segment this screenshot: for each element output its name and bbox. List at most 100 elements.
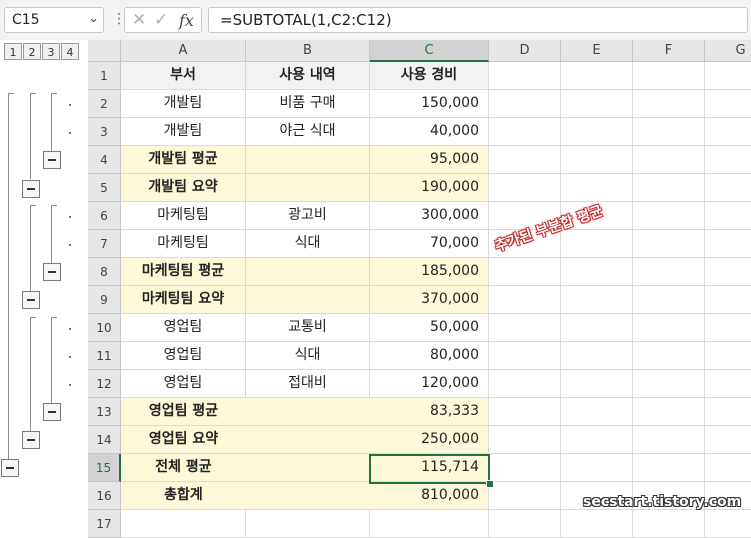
- empty-cell[interactable]: [705, 146, 751, 174]
- select-all-corner[interactable]: [88, 40, 121, 62]
- cell-a9[interactable]: 마케팅팀 요약: [121, 286, 246, 314]
- cell-b11[interactable]: 식대: [246, 342, 370, 370]
- collapse-button[interactable]: [43, 263, 61, 281]
- cell-a6[interactable]: 마케팅팀: [121, 202, 246, 230]
- outline-level-1-button[interactable]: 1: [4, 43, 22, 60]
- empty-cell[interactable]: [633, 398, 705, 426]
- empty-cell[interactable]: [561, 454, 633, 482]
- empty-cell[interactable]: [561, 398, 633, 426]
- outline-level-4-button[interactable]: 4: [61, 43, 79, 60]
- column-header-d[interactable]: D: [489, 40, 561, 62]
- cell-a16[interactable]: 총합계: [121, 482, 246, 510]
- row-header[interactable]: 9: [88, 286, 121, 314]
- cell-a2[interactable]: 개발팀: [121, 90, 246, 118]
- collapse-button[interactable]: [43, 403, 61, 421]
- empty-cell[interactable]: [633, 118, 705, 146]
- collapse-button[interactable]: [22, 291, 40, 309]
- name-box[interactable]: C15 ⌄: [4, 7, 104, 33]
- empty-cell[interactable]: [561, 230, 633, 258]
- empty-cell[interactable]: [633, 258, 705, 286]
- empty-cell[interactable]: [705, 510, 751, 538]
- cell-c10[interactable]: 50,000: [370, 314, 489, 342]
- cell-a4[interactable]: 개발팀 평균: [121, 146, 246, 174]
- cell-c6[interactable]: 300,000: [370, 202, 489, 230]
- cell-c11[interactable]: 80,000: [370, 342, 489, 370]
- cell-c9[interactable]: 370,000: [370, 286, 489, 314]
- cell-a10[interactable]: 영업팀: [121, 314, 246, 342]
- cell-b13[interactable]: [246, 398, 370, 426]
- empty-cell[interactable]: [705, 286, 751, 314]
- empty-cell[interactable]: [633, 202, 705, 230]
- empty-cell[interactable]: [633, 90, 705, 118]
- cell-c2[interactable]: 150,000: [370, 90, 489, 118]
- cell-a14[interactable]: 영업팀 요약: [121, 426, 246, 454]
- cell-a11[interactable]: 영업팀: [121, 342, 246, 370]
- empty-cell[interactable]: [561, 426, 633, 454]
- row-header[interactable]: 3: [88, 118, 121, 146]
- empty-cell[interactable]: [705, 454, 751, 482]
- cell-c8[interactable]: 185,000: [370, 258, 489, 286]
- row-header[interactable]: 12: [88, 370, 121, 398]
- cell-b3[interactable]: 야근 식대: [246, 118, 370, 146]
- cell-b1[interactable]: 사용 내역: [246, 62, 370, 90]
- cell-c13[interactable]: 83,333: [370, 398, 489, 426]
- cell-c14[interactable]: 250,000: [370, 426, 489, 454]
- formula-input[interactable]: =SUBTOTAL(1,C2:C12): [208, 7, 748, 33]
- cell-b14[interactable]: [246, 426, 370, 454]
- cell-b10[interactable]: 교통비: [246, 314, 370, 342]
- empty-cell[interactable]: [561, 510, 633, 538]
- collapse-button[interactable]: [1, 459, 19, 477]
- empty-cell[interactable]: [489, 258, 561, 286]
- cell-b4[interactable]: [246, 146, 370, 174]
- empty-cell[interactable]: [705, 230, 751, 258]
- empty-cell[interactable]: [705, 426, 751, 454]
- cell-c7[interactable]: 70,000: [370, 230, 489, 258]
- empty-cell[interactable]: [561, 146, 633, 174]
- row-header[interactable]: 8: [88, 258, 121, 286]
- empty-cell[interactable]: [633, 426, 705, 454]
- empty-cell[interactable]: [633, 62, 705, 90]
- column-header-b[interactable]: B: [246, 40, 370, 62]
- collapse-button[interactable]: [22, 180, 40, 198]
- empty-cell[interactable]: [561, 118, 633, 146]
- empty-cell[interactable]: [489, 146, 561, 174]
- collapse-button[interactable]: [22, 431, 40, 449]
- empty-cell[interactable]: [705, 174, 751, 202]
- outline-level-3-button[interactable]: 3: [42, 43, 60, 60]
- row-header[interactable]: 15: [88, 454, 121, 482]
- empty-cell[interactable]: [705, 398, 751, 426]
- empty-cell[interactable]: [489, 286, 561, 314]
- column-header-e[interactable]: E: [561, 40, 633, 62]
- empty-cell[interactable]: [705, 314, 751, 342]
- column-header-c[interactable]: C: [370, 40, 489, 62]
- cell-a1[interactable]: 부서: [121, 62, 246, 90]
- empty-cell[interactable]: [633, 510, 705, 538]
- row-header[interactable]: 10: [88, 314, 121, 342]
- empty-cell[interactable]: [489, 118, 561, 146]
- cell-b8[interactable]: [246, 258, 370, 286]
- empty-cell[interactable]: [489, 482, 561, 510]
- cell-b12[interactable]: 접대비: [246, 370, 370, 398]
- column-header-g[interactable]: G: [705, 40, 751, 62]
- row-header[interactable]: 11: [88, 342, 121, 370]
- cell-b6[interactable]: 광고비: [246, 202, 370, 230]
- empty-cell[interactable]: [633, 370, 705, 398]
- empty-cell[interactable]: [489, 510, 561, 538]
- cell-a12[interactable]: 영업팀: [121, 370, 246, 398]
- cell-a3[interactable]: 개발팀: [121, 118, 246, 146]
- empty-cell[interactable]: [489, 90, 561, 118]
- empty-cell[interactable]: [489, 174, 561, 202]
- collapse-button[interactable]: [43, 151, 61, 169]
- row-header[interactable]: 7: [88, 230, 121, 258]
- cell-a13[interactable]: 영업팀 평균: [121, 398, 246, 426]
- row-header[interactable]: 4: [88, 146, 121, 174]
- empty-cell[interactable]: [489, 426, 561, 454]
- cell-b9[interactable]: [246, 286, 370, 314]
- empty-cell[interactable]: [489, 314, 561, 342]
- row-header[interactable]: 2: [88, 90, 121, 118]
- cell-b7[interactable]: 식대: [246, 230, 370, 258]
- empty-cell[interactable]: [633, 146, 705, 174]
- empty-cell[interactable]: [489, 370, 561, 398]
- insert-function-icon[interactable]: fx: [179, 11, 194, 30]
- empty-cell[interactable]: [633, 342, 705, 370]
